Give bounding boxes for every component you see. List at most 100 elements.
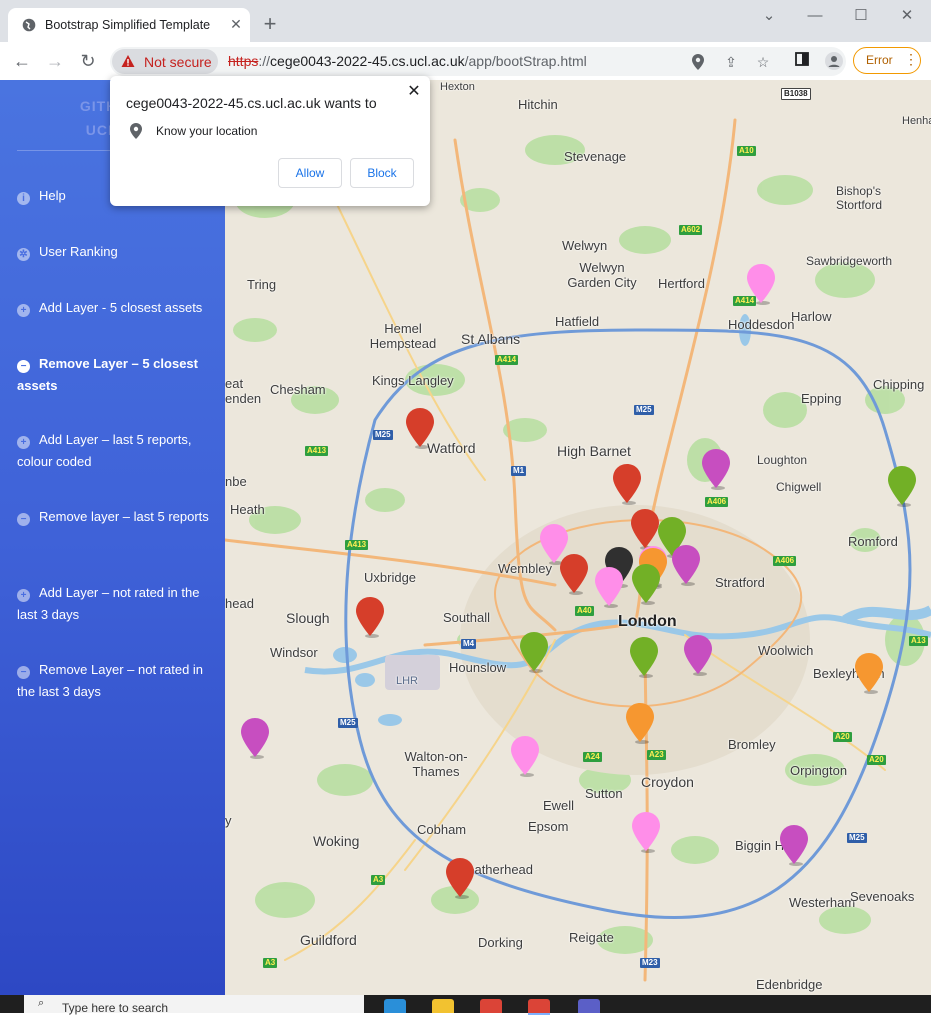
popup-title: cege0043-2022-45.cs.ucl.ac.uk wants to	[126, 95, 377, 111]
minimize-button[interactable]: —	[792, 4, 838, 28]
road-shield: A24	[583, 752, 602, 762]
sidebar-item-remove-closest-assets[interactable]: − Remove Layer – 5 closest assets	[17, 353, 213, 397]
sidebar-item-label: Add Layer - 5 closest assets	[39, 300, 203, 315]
map-place-label: Hemel Hempstead	[369, 321, 437, 351]
map-marker[interactable]	[445, 857, 475, 899]
sidebar-item-add-closest-assets[interactable]: + Add Layer - 5 closest assets	[17, 297, 213, 319]
map-place-label: Slough	[286, 610, 330, 626]
sidebar: GITHUB: UCL: U iHelp ✲User Ranking +Add …	[0, 80, 225, 995]
road-shield: M25	[338, 718, 358, 728]
map-place-label: Dorking	[478, 935, 523, 950]
url-text[interactable]: https://cege0043-2022-45.cs.ucl.ac.uk/ap…	[228, 53, 587, 69]
map-marker[interactable]	[630, 508, 660, 550]
security-chip[interactable]: Not secure	[112, 49, 218, 74]
map-place-label: Orpington	[790, 763, 848, 778]
map-marker[interactable]	[683, 634, 713, 676]
map-marker[interactable]	[355, 596, 385, 638]
map-marker[interactable]	[629, 636, 659, 678]
reload-button[interactable]: ↻	[77, 50, 99, 72]
map-marker[interactable]	[510, 735, 540, 777]
profile-avatar-icon[interactable]	[825, 52, 843, 70]
chevron-down-icon[interactable]: ⌄	[746, 4, 792, 28]
sidebar-item-remove-not-rated[interactable]: − Remove Layer – not rated in the last 3 …	[17, 659, 213, 703]
map-place-label: Hounslow	[449, 660, 507, 675]
bookmark-star-icon[interactable]: ☆	[754, 53, 772, 71]
road-shield: A406	[705, 497, 729, 507]
location-icon[interactable]	[689, 53, 707, 71]
url-separator: ://	[258, 53, 271, 69]
sidebar-item-label: Remove Layer – 5 closest assets	[17, 356, 198, 393]
map-marker[interactable]	[671, 544, 701, 586]
minus-circle-icon: −	[17, 666, 30, 679]
road-shield: B1038	[781, 88, 811, 100]
map-marker[interactable]	[240, 717, 270, 759]
warning-icon	[121, 55, 135, 67]
map-place-label: Sutton	[585, 786, 623, 801]
map-marker[interactable]	[854, 652, 884, 694]
url-path: /app/bootStrap.html	[464, 53, 587, 69]
sidebar-item-add-last-reports[interactable]: + Add Layer – last 5 reports, colour code…	[17, 429, 213, 473]
globe-icon	[22, 18, 36, 32]
map-place-label: Windsor	[270, 645, 318, 660]
sidebar-item-add-not-rated[interactable]: + Add Layer – not rated in the last 3 day…	[17, 582, 213, 626]
back-button[interactable]: ←	[11, 50, 33, 72]
info-icon: i	[17, 192, 30, 205]
map-marker[interactable]	[625, 702, 655, 744]
map-place-label: head	[225, 596, 254, 611]
map-marker[interactable]	[746, 263, 776, 305]
map-place-label: Woking	[313, 833, 360, 849]
sidebar-item-user-ranking[interactable]: ✲ User Ranking	[17, 241, 213, 263]
map-place-label: Epping	[801, 391, 842, 406]
share-icon[interactable]: ⇪	[722, 53, 740, 71]
map-marker[interactable]	[612, 463, 642, 505]
block-button[interactable]: Block	[350, 158, 414, 188]
minus-circle-icon: −	[17, 360, 30, 373]
map-marker[interactable]	[887, 465, 917, 507]
map-basemap	[225, 118, 931, 982]
teams-icon[interactable]	[578, 999, 600, 1013]
map-place-label: nbe	[225, 474, 247, 489]
chrome-icon[interactable]	[480, 999, 502, 1013]
file-explorer-icon[interactable]	[432, 999, 454, 1013]
map-marker[interactable]	[519, 631, 549, 673]
map-marker[interactable]	[631, 811, 661, 853]
map-place-label: Hoddesdon	[728, 317, 795, 332]
new-tab-button[interactable]: +	[258, 12, 282, 36]
address-bar[interactable]: Not secure https://cege0043-2022-45.cs.u…	[110, 47, 846, 76]
map-place-label: Woolwich	[758, 643, 814, 658]
road-shield: A13	[909, 636, 928, 646]
tab-strip: Bootstrap Simplified Template ✕ + ⌄ — ☐ …	[0, 0, 931, 42]
map-place-label: Chesham	[270, 382, 326, 397]
map-view[interactable]: Hexton Hitchin Stevenage Henham Bishop's…	[225, 80, 931, 995]
map-marker[interactable]	[631, 563, 661, 605]
allow-button[interactable]: Allow	[278, 158, 342, 188]
map-place-label: High Barnet	[557, 443, 631, 459]
forward-button[interactable]: →	[44, 50, 66, 72]
browser-tab[interactable]: Bootstrap Simplified Template ✕	[8, 8, 250, 42]
taskbar: ⌕ Type here to search	[0, 995, 931, 1015]
map-place-label: Bishop's Stortford	[836, 184, 883, 212]
map-place-label: Stevenage	[564, 149, 627, 164]
map-marker[interactable]	[594, 566, 624, 608]
plus-circle-icon: +	[17, 589, 30, 602]
maximize-button[interactable]: ☐	[838, 4, 884, 28]
close-icon[interactable]: ✕	[404, 82, 424, 102]
side-panel-icon[interactable]	[793, 52, 811, 70]
taskbar-search[interactable]: ⌕ Type here to search	[24, 995, 364, 1015]
sidebar-item-label: Add Layer – last 5 reports, colour coded	[17, 432, 192, 469]
map-marker[interactable]	[779, 824, 809, 866]
map-place-label: Welwyn Garden City	[567, 260, 637, 290]
map-place-label: Westerham	[789, 895, 856, 910]
close-tab-icon[interactable]: ✕	[228, 16, 244, 32]
error-button[interactable]: Error ⋮	[853, 47, 921, 74]
map-place-label: LHR	[396, 675, 419, 687]
map-place-label: Hexton	[440, 81, 475, 93]
sidebar-item-remove-last-reports[interactable]: − Remove layer – last 5 reports	[17, 506, 213, 528]
edge-icon[interactable]	[384, 999, 406, 1013]
map-marker[interactable]	[701, 448, 731, 490]
map-place-label: Hertford	[658, 276, 705, 291]
close-window-button[interactable]: ✕	[884, 4, 930, 28]
url-scheme: https	[228, 53, 259, 69]
map-marker[interactable]	[559, 553, 589, 595]
map-marker[interactable]	[405, 407, 435, 449]
